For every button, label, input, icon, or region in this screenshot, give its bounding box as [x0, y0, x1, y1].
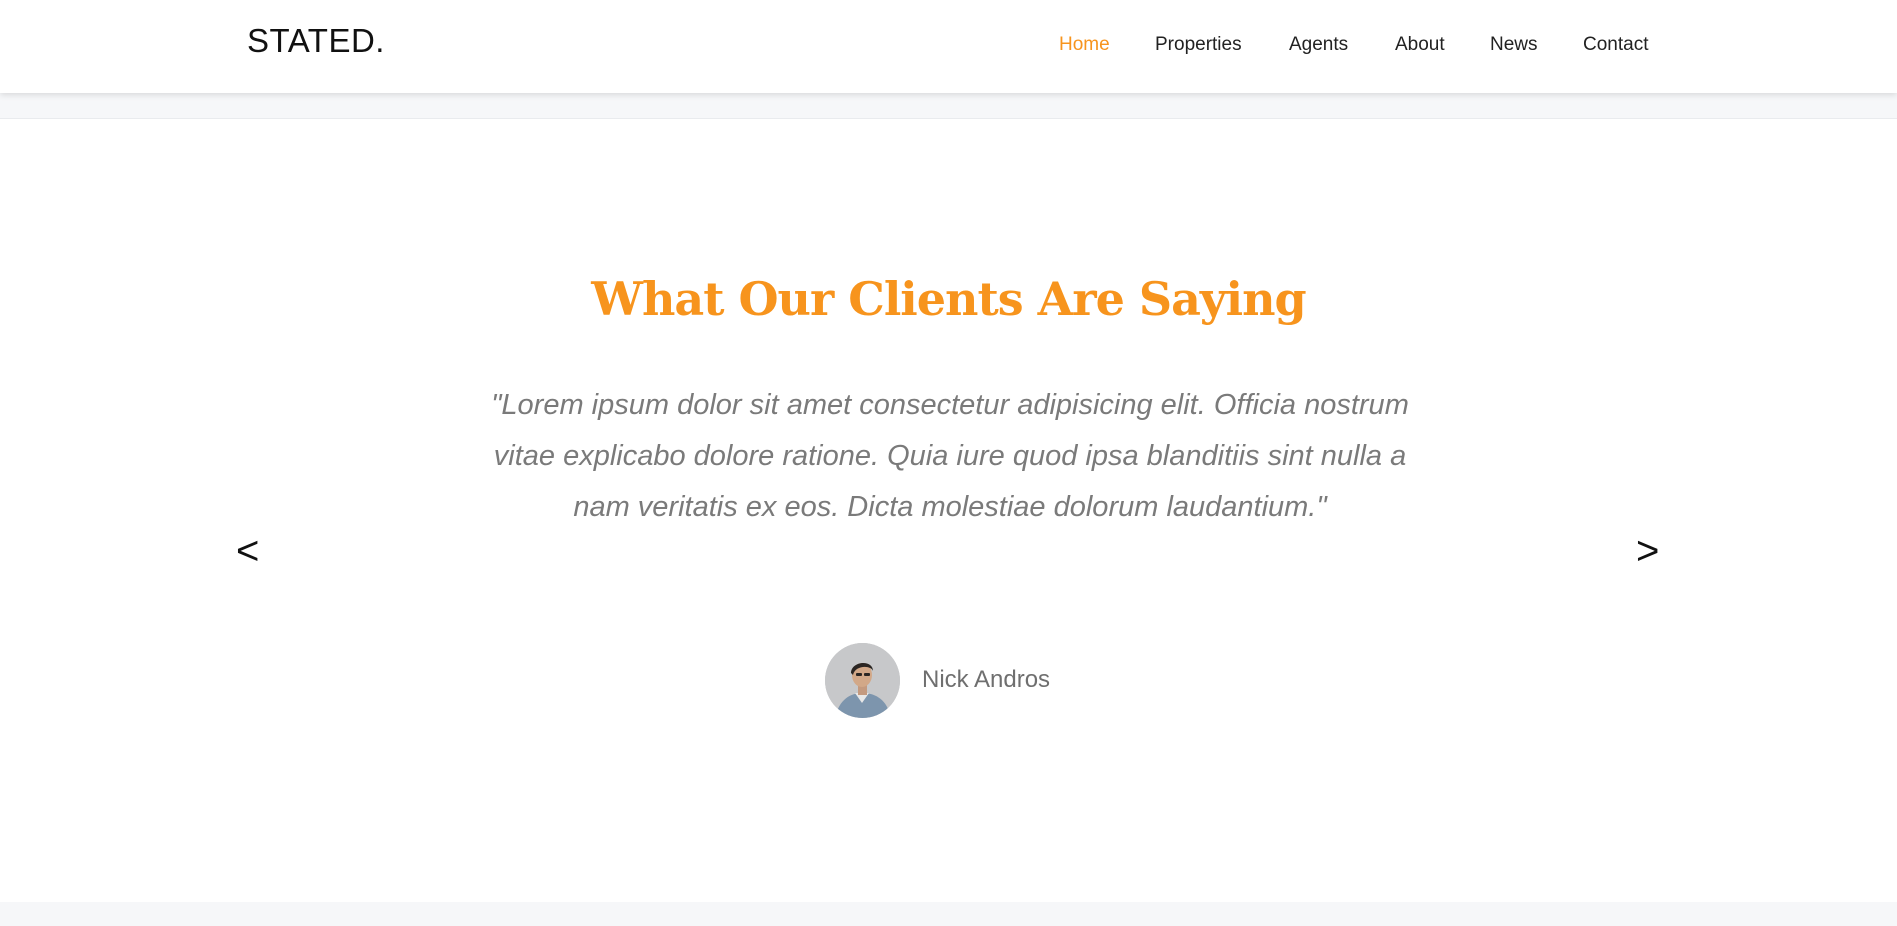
prev-arrow-button[interactable]: <: [236, 527, 259, 575]
chevron-left-icon: <: [236, 529, 260, 573]
nav-item-agents[interactable]: Agents: [1289, 34, 1348, 56]
avatar: [825, 643, 900, 718]
testimonial-quote: "Lorem ipsum dolor sit amet consectetur …: [491, 389, 1409, 523]
chevron-right-icon: >: [1636, 529, 1660, 573]
section-title: What Our Clients Are Saying: [591, 272, 1306, 326]
nav-item-about[interactable]: About: [1395, 34, 1445, 56]
main-nav: Home Properties Agents About News Contac…: [0, 34, 1897, 60]
person-avatar-image: [825, 643, 900, 718]
next-arrow-button[interactable]: >: [1636, 527, 1659, 575]
nav-item-contact[interactable]: Contact: [1583, 34, 1648, 56]
next-section-band: [0, 902, 1897, 926]
nav-item-properties[interactable]: Properties: [1155, 34, 1242, 56]
nav-item-news[interactable]: News: [1490, 34, 1538, 56]
site-header: STATED. Home Properties Agents About New…: [0, 0, 1897, 93]
nav-item-home[interactable]: Home: [1059, 34, 1110, 56]
testimonial-author: Nick Andros: [922, 666, 1051, 693]
header-subband: [0, 93, 1897, 119]
